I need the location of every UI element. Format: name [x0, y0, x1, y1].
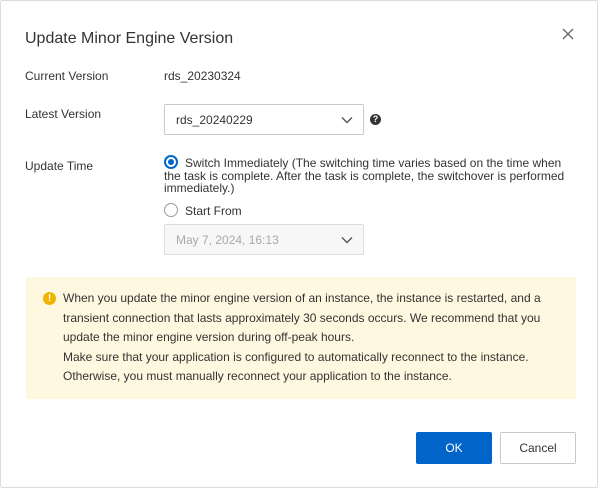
help-icon[interactable]: ? — [370, 114, 381, 125]
latest-version-label: Latest Version — [25, 107, 102, 121]
cancel-button[interactable]: Cancel — [500, 432, 576, 464]
chevron-down-icon — [341, 237, 353, 244]
notice-line: When you update the minor engine version… — [63, 291, 541, 305]
latest-version-selected-value: rds_20240229 — [176, 113, 253, 127]
ok-button[interactable]: OK — [416, 432, 492, 464]
start-from-datetime-select[interactable]: May 7, 2024, 16:13 — [164, 224, 364, 255]
current-version-value: rds_20230324 — [164, 69, 241, 83]
start-from-label[interactable]: Start From — [185, 205, 242, 217]
switch-immediately-radio[interactable] — [164, 155, 178, 169]
switch-immediately-text-line3: immediately.) — [164, 181, 235, 195]
switch-immediately-description: the task is complete. After the task is … — [164, 170, 564, 194]
latest-version-select[interactable]: rds_20240229 — [164, 104, 364, 135]
update-time-label: Update Time — [25, 159, 94, 173]
switch-immediately-label[interactable]: Switch Immediately (The switching time v… — [185, 157, 561, 169]
update-minor-engine-version-dialog: Update Minor Engine Version Current Vers… — [0, 0, 598, 488]
current-version-label: Current Version — [25, 69, 109, 83]
notice-line: transient connection that lasts approxim… — [63, 310, 541, 325]
notice-line: Otherwise, you must manually reconnect y… — [63, 369, 452, 383]
close-icon[interactable] — [560, 26, 576, 42]
dialog-title: Update Minor Engine Version — [25, 30, 234, 47]
start-from-datetime-value: May 7, 2024, 16:13 — [176, 233, 279, 247]
switch-immediately-text-line1: Switch Immediately (The switching time v… — [185, 156, 562, 170]
notice-line: Make sure that your application is confi… — [63, 349, 529, 364]
chevron-down-icon — [341, 117, 353, 124]
warning-icon: ! — [43, 292, 56, 305]
start-from-radio[interactable] — [164, 203, 178, 217]
restart-warning-notice: ! When you update the minor engine versi… — [26, 277, 576, 399]
notice-text: When you update the minor engine version… — [63, 289, 563, 387]
notice-line: update the minor engine version during o… — [63, 330, 355, 344]
